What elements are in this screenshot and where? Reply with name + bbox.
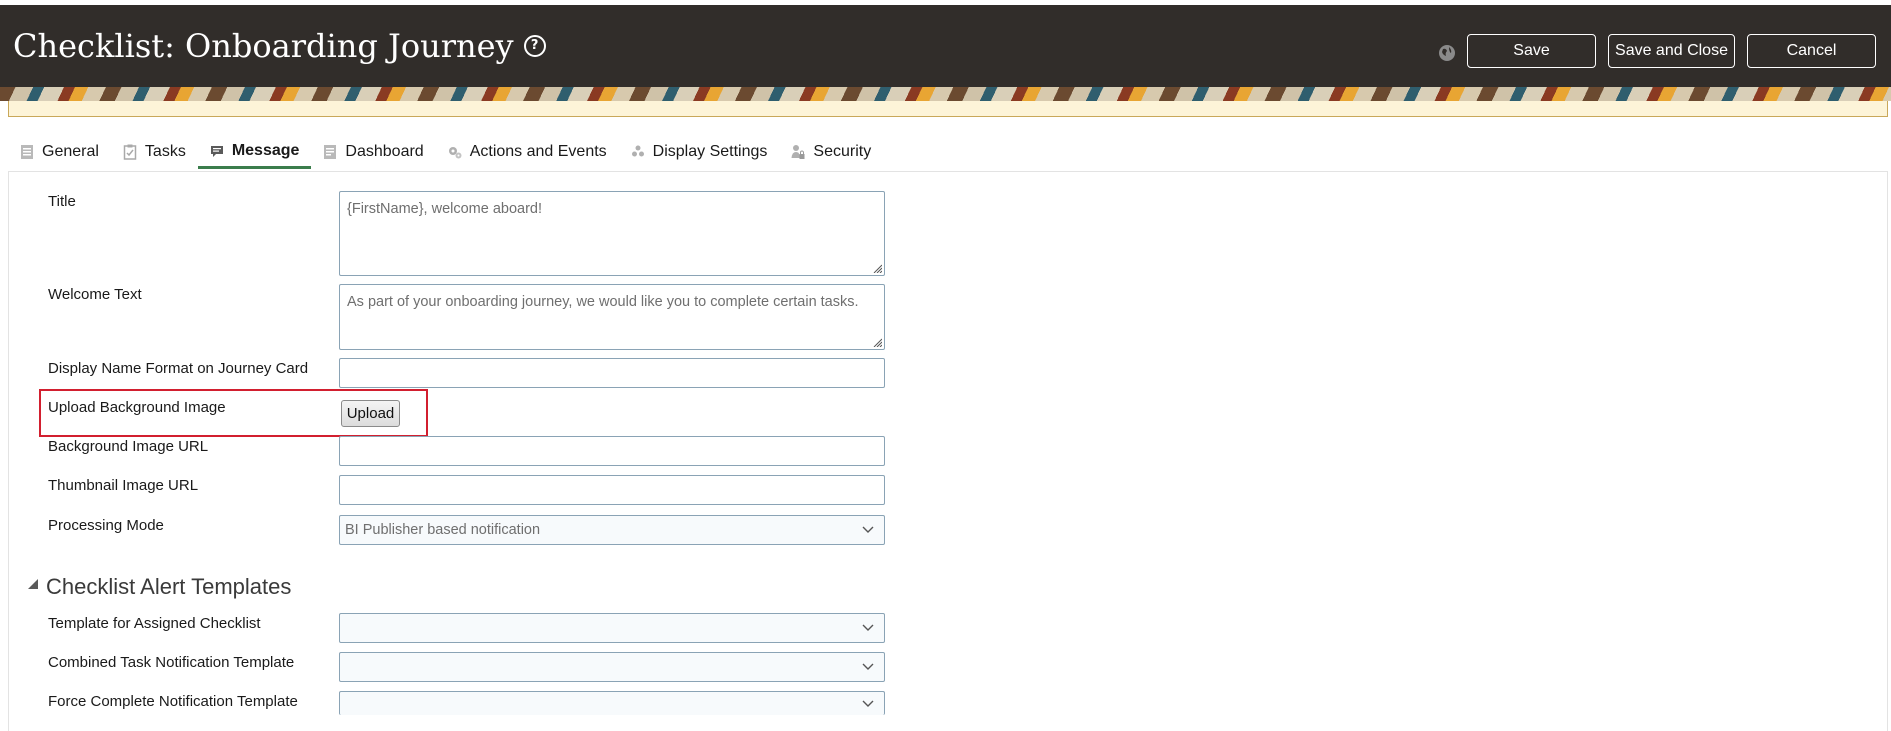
processing-mode-label: Processing Mode: [48, 517, 164, 534]
force-complete-template-label: Force Complete Notification Template: [48, 693, 298, 710]
tab-security[interactable]: Security: [779, 135, 883, 169]
tab-label: Dashboard: [345, 143, 424, 160]
tab-display-settings[interactable]: Display Settings: [619, 135, 780, 169]
thumbnail-image-url-input[interactable]: [339, 475, 885, 505]
collapse-triangle-icon[interactable]: [27, 578, 39, 590]
page-header: Checklist: Onboarding Journey ? Save Sav…: [0, 5, 1891, 87]
gears-icon: [448, 147, 462, 159]
document-icon: [21, 145, 33, 159]
clipboard-icon: [123, 144, 137, 160]
welcome-text-textarea[interactable]: As part of your onboarding journey, we w…: [339, 284, 885, 350]
chevron-down-icon: [862, 663, 874, 670]
chevron-down-icon: [862, 700, 874, 707]
title-label: Title: [48, 193, 76, 210]
globe-icon[interactable]: [1437, 43, 1457, 63]
title-textarea[interactable]: {FirstName}, welcome aboard!: [339, 191, 885, 276]
tab-message[interactable]: Message: [197, 135, 312, 169]
processing-mode-value: BI Publisher based notification: [345, 522, 541, 538]
background-image-url-input[interactable]: [339, 436, 885, 466]
assigned-checklist-template-label: Template for Assigned Checklist: [48, 615, 261, 632]
save-button[interactable]: Save: [1467, 34, 1596, 68]
tab-label: Security: [813, 143, 872, 160]
chat-icon: [210, 145, 223, 157]
tab-tasks[interactable]: Tasks: [111, 135, 198, 169]
force-complete-template-select[interactable]: [339, 691, 885, 715]
tab-bar: General Tasks Message Dashboard Actions …: [8, 135, 883, 171]
tab-label: General: [42, 143, 99, 160]
welcome-text-label: Welcome Text: [48, 286, 142, 303]
tab-label: Actions and Events: [469, 143, 607, 160]
tab-label: Display Settings: [652, 143, 768, 160]
title-value: {FirstName}, welcome aboard!: [347, 201, 543, 217]
save-and-close-button[interactable]: Save and Close: [1608, 34, 1735, 68]
tab-general[interactable]: General: [8, 135, 111, 169]
combined-task-template-label: Combined Task Notification Template: [48, 654, 295, 671]
notice-bar: [8, 101, 1888, 117]
tab-label: Tasks: [144, 143, 186, 160]
section-title: Checklist Alert Templates: [46, 574, 292, 599]
background-image-url-label: Background Image URL: [48, 438, 209, 455]
report-icon: [324, 145, 337, 159]
tab-dashboard[interactable]: Dashboard: [311, 135, 435, 169]
page-title-text: Checklist: Onboarding Journey: [13, 27, 514, 65]
tab-actions-and-events[interactable]: Actions and Events: [436, 135, 619, 169]
chevron-down-icon: [862, 624, 874, 631]
thumbnail-image-url-label: Thumbnail Image URL: [48, 477, 199, 494]
resize-handle-icon[interactable]: [872, 263, 882, 273]
user-lock-icon: [791, 145, 805, 159]
message-panel: [8, 171, 1888, 731]
combined-task-template-select[interactable]: [339, 652, 885, 682]
display-name-format-label: Display Name Format on Journey Card: [48, 360, 309, 377]
tab-label: Message: [231, 141, 300, 159]
help-icon[interactable]: ?: [523, 35, 546, 57]
people-icon: [631, 145, 644, 157]
assigned-checklist-template-select[interactable]: [339, 613, 885, 643]
processing-mode-select[interactable]: BI Publisher based notification: [339, 515, 885, 545]
chevron-down-icon: [862, 526, 874, 533]
welcome-text-value: As part of your onboarding journey, we w…: [347, 294, 859, 310]
cancel-button[interactable]: Cancel: [1747, 34, 1876, 68]
highlight-box: [39, 389, 428, 437]
display-name-format-input[interactable]: [339, 358, 885, 388]
page-title: Checklist: Onboarding Journey ?: [13, 27, 546, 65]
resize-handle-icon[interactable]: [872, 337, 882, 347]
decorative-banner: [0, 87, 1891, 101]
